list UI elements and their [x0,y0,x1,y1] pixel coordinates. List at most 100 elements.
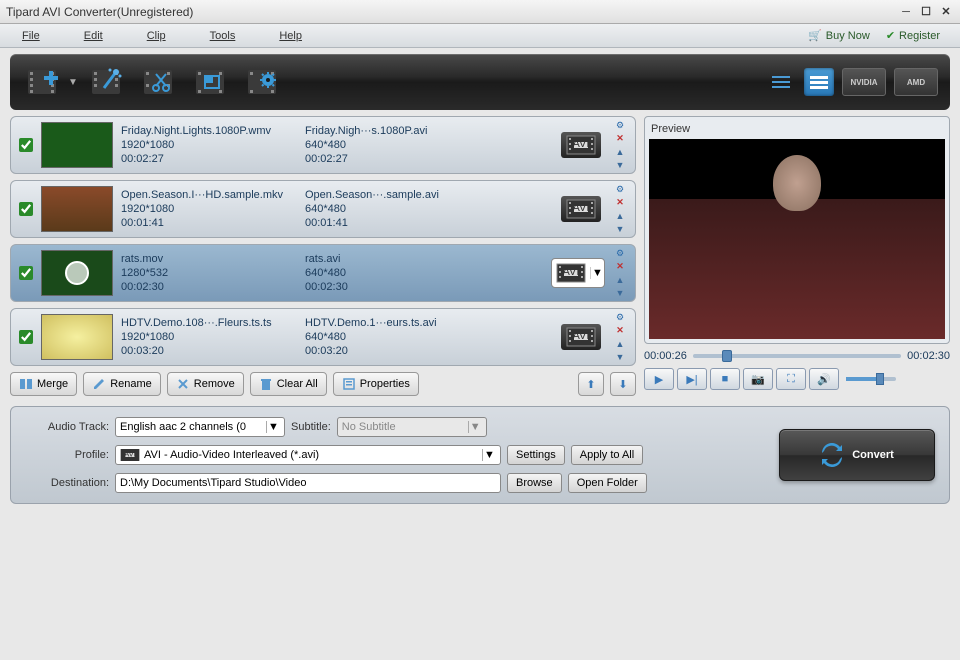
settings-button[interactable]: Settings [507,445,565,465]
fullscreen-button[interactable]: ⛶ [776,368,806,390]
volume-slider[interactable] [846,377,896,381]
maximize-button[interactable]: ☐ [918,5,934,19]
output-duration: 00:01:41 [305,217,485,229]
output-filename: Friday.Nigh···s.1080P.avi [305,125,485,137]
browse-button[interactable]: Browse [507,473,562,493]
chevron-down-icon: ▼ [482,449,496,461]
trim-button[interactable] [138,62,182,102]
row-settings-icon[interactable]: ⚙ [613,120,627,132]
row-settings-icon[interactable]: ⚙ [613,248,627,260]
svg-text:AVI: AVI [573,138,590,150]
source-filename: HDTV.Demo.108···.Fleurs.ts.ts [121,317,301,329]
move-up-button[interactable]: ⬆ [578,372,604,396]
output-resolution: 640*480 [305,203,485,215]
properties-button[interactable]: Properties [333,372,419,396]
destination-input[interactable]: D:\My Documents\Tipard Studio\Video [115,473,501,493]
list-view-button[interactable] [766,68,796,96]
menu-help[interactable]: Help [269,26,312,46]
close-button[interactable]: ✕ [938,5,954,19]
file-checkbox[interactable] [19,202,33,216]
volume-handle[interactable] [876,373,884,385]
row-delete-icon[interactable]: ✕ [613,325,627,337]
effect-button[interactable] [86,62,130,102]
output-format-button[interactable]: AVI [561,324,601,350]
crop-button[interactable] [190,62,234,102]
source-resolution: 1920*1080 [121,139,301,151]
file-row[interactable]: Friday.Night.Lights.1080P.wmv 1920*1080 … [10,116,636,174]
preferences-button[interactable] [242,62,286,102]
amd-badge: AMD [894,68,938,96]
menu-edit[interactable]: Edit [74,26,113,46]
menu-file[interactable]: File [12,26,50,46]
remove-button[interactable]: Remove [167,372,244,396]
output-format-button[interactable]: AVI [561,196,601,222]
merge-icon [19,377,33,391]
row-up-icon[interactable]: ▲ [613,338,627,350]
thumbnail-view-button[interactable] [804,68,834,96]
rename-button[interactable]: Rename [83,372,161,396]
output-duration: 00:03:20 [305,345,485,357]
open-folder-button[interactable]: Open Folder [568,473,647,493]
output-format-button[interactable]: AVI [561,132,601,158]
add-file-button[interactable] [22,62,66,102]
mute-button[interactable]: 🔊 [809,368,839,390]
merge-button[interactable]: Merge [10,372,77,396]
file-checkbox[interactable] [19,330,33,344]
add-file-dropdown[interactable]: ▼ [68,77,78,88]
output-format-dropdown[interactable]: AVI ▼ [551,258,605,288]
buy-now-button[interactable]: 🛒 Buy Now [800,25,878,46]
row-down-icon[interactable]: ▼ [613,351,627,363]
file-row[interactable]: HDTV.Demo.108···.Fleurs.ts.ts 1920*1080 … [10,308,636,366]
menu-clip[interactable]: Clip [137,26,176,46]
move-down-button[interactable]: ⬇ [610,372,636,396]
svg-text:AVI: AVI [124,449,135,458]
minimize-button[interactable]: ─ [898,5,914,19]
row-delete-icon[interactable]: ✕ [613,261,627,273]
output-duration: 00:02:27 [305,153,485,165]
convert-button[interactable]: Convert [779,429,935,481]
row-up-icon[interactable]: ▲ [613,274,627,286]
snapshot-button[interactable]: 📷 [743,368,773,390]
register-button[interactable]: ✔ Register [878,25,948,46]
file-thumbnail [41,314,113,360]
thumbnail-icon [810,75,828,89]
list-icon [772,75,790,89]
row-down-icon[interactable]: ▼ [613,159,627,171]
preview-label: Preview [649,121,945,137]
row-down-icon[interactable]: ▼ [613,287,627,299]
row-delete-icon[interactable]: ✕ [613,133,627,145]
row-delete-icon[interactable]: ✕ [613,197,627,209]
time-current: 00:00:26 [644,350,687,362]
row-down-icon[interactable]: ▼ [613,223,627,235]
menubar: File Edit Clip Tools Help 🛒 Buy Now ✔ Re… [0,24,960,48]
seek-handle[interactable] [722,350,732,362]
file-checkbox[interactable] [19,138,33,152]
seek-bar[interactable] [693,354,901,358]
source-resolution: 1920*1080 [121,331,301,343]
player-controls: ▶ ▶| ■ 📷 ⛶ 🔊 [644,368,950,390]
step-button[interactable]: ▶| [677,368,707,390]
subtitle-select[interactable]: No Subtitle▼ [337,417,487,437]
row-up-icon[interactable]: ▲ [613,210,627,222]
row-settings-icon[interactable]: ⚙ [613,184,627,196]
chevron-down-icon: ▼ [468,421,482,433]
avi-icon: AVI [120,448,140,462]
audio-track-select[interactable]: English aac 2 channels (0▼ [115,417,285,437]
file-row[interactable]: rats.mov 1280*532 00:02:30 rats.avi 640*… [10,244,636,302]
profile-label: Profile: [25,449,109,461]
menu-tools[interactable]: Tools [200,26,246,46]
speaker-icon: 🔊 [817,373,831,386]
svg-text:AVI: AVI [573,330,590,342]
profile-select[interactable]: AVI AVI - Audio-Video Interleaved (*.avi… [115,445,501,465]
stop-button[interactable]: ■ [710,368,740,390]
file-checkbox[interactable] [19,266,33,280]
apply-to-all-button[interactable]: Apply to All [571,445,643,465]
clear-all-button[interactable]: Clear All [250,372,327,396]
file-row[interactable]: Open.Season.I···HD.sample.mkv 1920*1080 … [10,180,636,238]
row-up-icon[interactable]: ▲ [613,146,627,158]
row-settings-icon[interactable]: ⚙ [613,312,627,324]
stop-icon: ■ [722,373,729,385]
list-toolbar: Merge Rename Remove Clear All Properties… [10,372,636,396]
play-button[interactable]: ▶ [644,368,674,390]
bottom-panel: Audio Track: English aac 2 channels (0▼ … [10,406,950,504]
